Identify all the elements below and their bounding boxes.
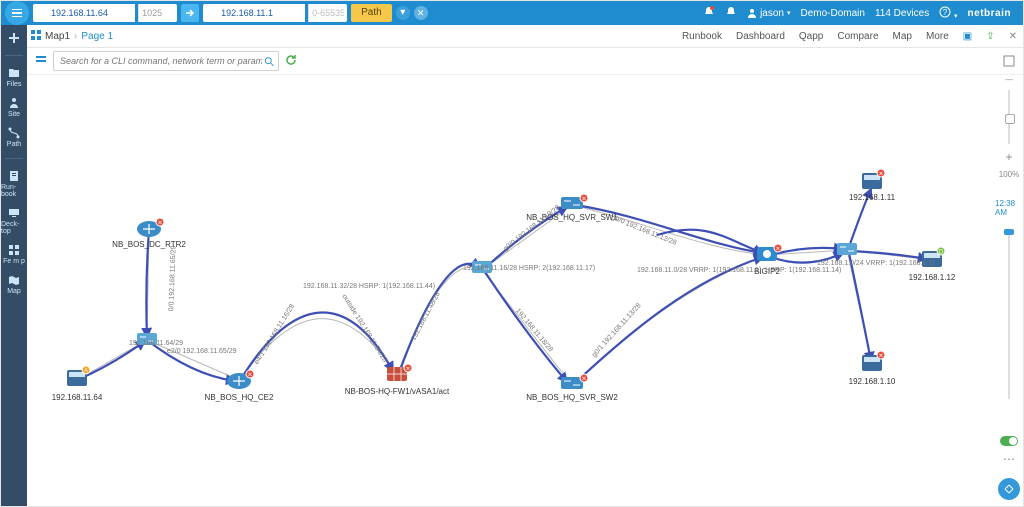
path-button[interactable]: Path: [351, 4, 392, 22]
nav-site[interactable]: Site: [1, 96, 27, 118]
nav-path[interactable]: Path: [1, 126, 27, 148]
zoom-level: 100%: [999, 170, 1019, 179]
edge-label: 192.168.11.32/28 HSRP: 1(192.168.11.44): [303, 283, 435, 290]
svg-text:A: A: [84, 369, 88, 375]
zoom-slider[interactable]: [1008, 90, 1010, 144]
brand-logo: netbrain: [968, 8, 1011, 19]
node-label: 192.168.1.10: [849, 377, 896, 386]
svg-text:✕: ✕: [775, 247, 780, 253]
node-label: 192.168.11.64: [52, 393, 103, 402]
nav-map[interactable]: Map: [1, 273, 27, 295]
map-grid-icon[interactable]: [31, 30, 41, 43]
nav-runbook[interactable]: Run-book: [1, 169, 27, 198]
map-menu: Runbook Dashboard Qapp Compare Map More …: [682, 31, 1017, 42]
edge-label: 192.168.1.0/24 VRRP: 1(192.168.1.1): [817, 260, 935, 267]
dest-address-group: D: [203, 4, 347, 22]
save-icon[interactable]: ▣: [963, 31, 972, 42]
top-toolbar: A D Path ▾ ✕ jason ▾ Demo-Doma: [1, 1, 1023, 25]
menu-dashboard[interactable]: Dashboard: [736, 31, 785, 42]
device-count-link[interactable]: 114 Devices: [875, 8, 929, 19]
notification-bell-icon[interactable]: [725, 6, 737, 21]
svg-text:✕: ✕: [247, 373, 252, 379]
node-switch3[interactable]: [837, 243, 857, 255]
sub-toolbar: Map1 › Page 1 Runbook Dashboard Qapp Com…: [1, 25, 1023, 48]
close-map-icon[interactable]: ✕: [1009, 31, 1017, 42]
menu-more[interactable]: More: [926, 31, 949, 42]
right-rail: — + 100% 12:38 AM ⋯: [995, 47, 1023, 506]
stack-icon[interactable]: [35, 54, 47, 69]
direction-arrow-button[interactable]: [181, 4, 199, 22]
close-path-button[interactable]: ✕: [414, 6, 428, 20]
timeline-slider[interactable]: [1008, 229, 1010, 399]
search-icon[interactable]: [264, 56, 274, 67]
timeline-time: 12:38 AM: [995, 199, 1023, 217]
live-toggle[interactable]: [1000, 436, 1018, 446]
zoom-in-icon[interactable]: +: [1005, 150, 1012, 164]
map-canvas[interactable]: A ✕ ✕ ✕ ✕: [27, 75, 1023, 506]
svg-text:✕: ✕: [405, 367, 410, 373]
menu-qapp[interactable]: Qapp: [799, 31, 823, 42]
left-nav-rail: Files Site Path Run-book Deck-top Fe m p…: [1, 25, 27, 506]
source-address-group: A: [33, 4, 177, 22]
share-icon[interactable]: ⇪: [986, 31, 994, 42]
svg-text:✕: ✕: [878, 172, 883, 178]
node-label: NB_BOS_HQ_CE2: [205, 393, 274, 402]
nav-files[interactable]: Files: [1, 66, 27, 88]
user-menu[interactable]: jason ▾: [747, 8, 790, 19]
source-port-input[interactable]: [138, 4, 177, 22]
dest-ip-input[interactable]: [203, 4, 305, 22]
refresh-icon[interactable]: [285, 54, 297, 69]
dest-port-input[interactable]: [308, 4, 347, 22]
svg-text:✕: ✕: [581, 377, 586, 383]
main-menu-button[interactable]: [5, 1, 29, 25]
fit-screen-icon[interactable]: [1003, 55, 1015, 69]
help-icon[interactable]: ? ▾: [939, 6, 957, 21]
menu-compare[interactable]: Compare: [837, 31, 878, 42]
source-ip-input[interactable]: [33, 4, 135, 22]
menu-runbook[interactable]: Runbook: [682, 31, 722, 42]
search-row: [1, 48, 1023, 75]
node-host[interactable]: A: [67, 366, 90, 386]
history-dropdown[interactable]: ▾: [396, 6, 410, 20]
node-server3[interactable]: ✕: [862, 351, 885, 371]
notification-bell-alert-icon[interactable]: [703, 6, 715, 21]
topbar-right: jason ▾ Demo-Domain 114 Devices ? ▾ netb…: [703, 6, 1019, 21]
menu-map[interactable]: Map: [893, 31, 912, 42]
breadcrumb-page[interactable]: Page 1: [81, 31, 113, 42]
search-input[interactable]: [58, 55, 264, 67]
node-label: NB-BOS-HQ-FW1/vASA1/act: [345, 387, 449, 396]
svg-text:✕: ✕: [581, 197, 586, 203]
edge-label: e2/0 192.168.11.65/29: [167, 348, 237, 355]
edge-label: 192.168.11.64/29: [129, 340, 183, 347]
svg-text:?: ?: [943, 8, 948, 17]
nav-featuremap[interactable]: Fe m p: [1, 243, 27, 265]
edge-label: 192.168.11.0/28 VRRP: 1(192.168.11.1), H…: [637, 267, 841, 274]
node-label: NB_BOS_HQ_SVR_SW2: [526, 393, 618, 402]
more-dots-icon[interactable]: ⋯: [1003, 452, 1015, 466]
search-box[interactable]: [53, 51, 279, 71]
node-router[interactable]: ✕: [137, 218, 164, 237]
zoom-reset[interactable]: —: [1005, 75, 1013, 84]
svg-text:D: D: [939, 250, 944, 256]
breadcrumb-sep: ›: [74, 31, 77, 42]
nav-desktop[interactable]: Deck-top: [1, 206, 27, 235]
node-router2[interactable]: ✕: [227, 370, 254, 389]
svg-text:✕: ✕: [157, 221, 162, 227]
recenter-fab[interactable]: [998, 478, 1020, 500]
node-server1[interactable]: ✕: [862, 169, 885, 189]
node-label: 192.168.1.11: [849, 193, 895, 202]
breadcrumb-root[interactable]: Map1: [45, 31, 70, 42]
domain-menu[interactable]: Demo-Domain: [800, 8, 864, 19]
edge-label: 192.168.11.16/28 HSRP: 2(192.168.11.17): [463, 265, 595, 272]
node-label: 192.168.1.12: [909, 273, 956, 282]
svg-text:✕: ✕: [878, 354, 883, 360]
nav-add-button[interactable]: [1, 31, 27, 45]
